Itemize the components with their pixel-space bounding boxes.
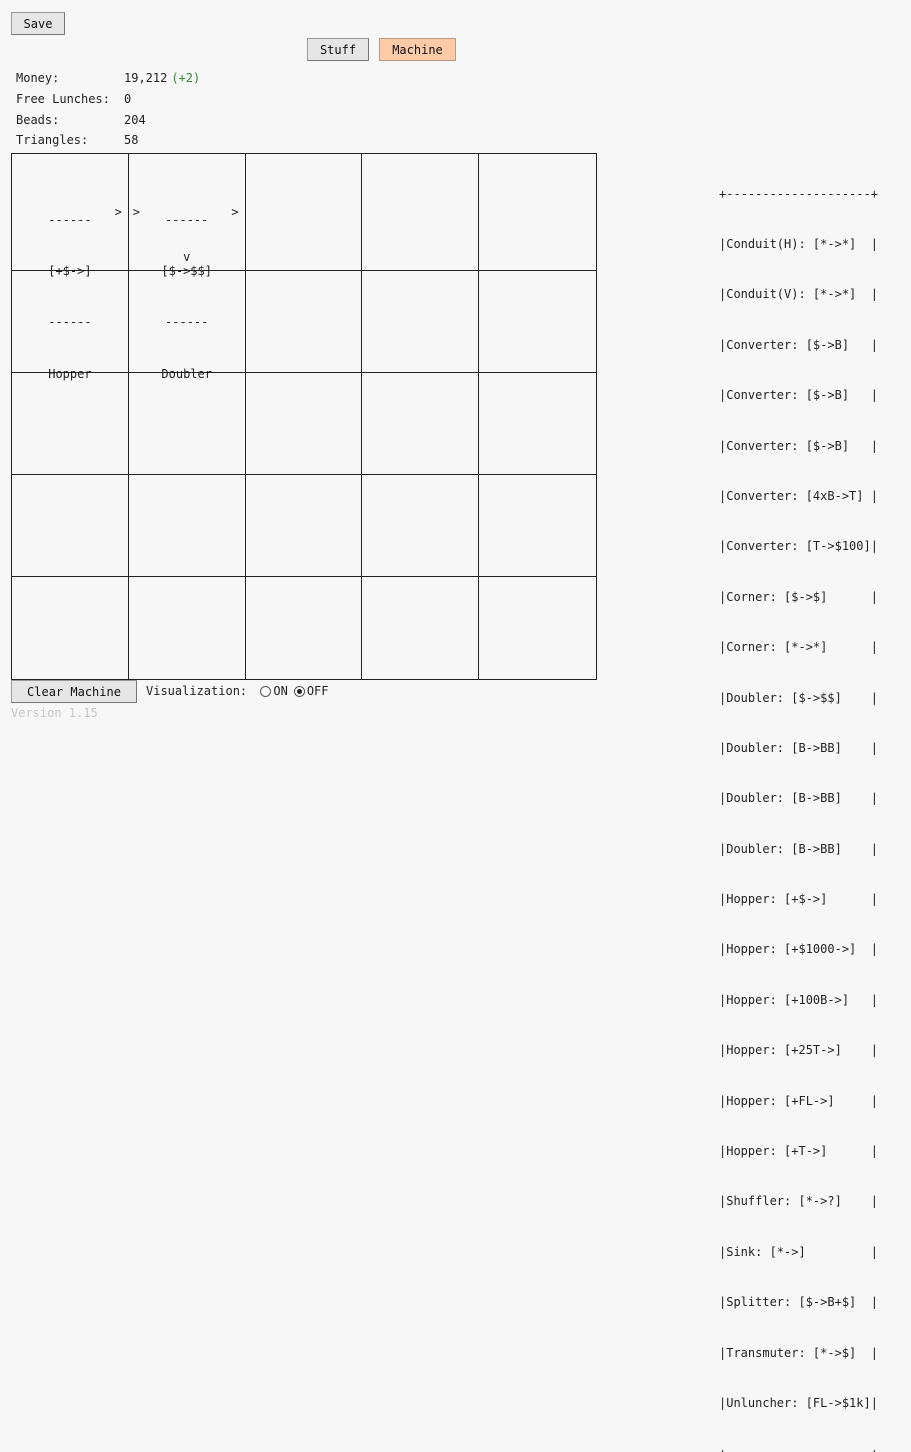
part-item[interactable]: |Splitter: [$->B+$] | (719, 1294, 878, 1311)
part-item[interactable]: |Hopper: [+25T->] | (719, 1042, 878, 1059)
part-item[interactable]: |Converter: [4xB->T] | (719, 488, 878, 505)
flow-arrow-right-icon: > (114, 205, 122, 219)
lunches-label: Free Lunches: (16, 92, 110, 107)
part-item[interactable]: |Hopper: [+$1000->] | (719, 941, 878, 958)
grid-cell[interactable] (362, 373, 480, 475)
part-item[interactable]: |Sink: [*->] | (719, 1244, 878, 1261)
money-label: Money: (16, 71, 60, 86)
money-delta: (+2) (171, 71, 201, 86)
lunches-value: 0 (124, 92, 132, 107)
part-item[interactable]: |Corner: [*->*] | (719, 639, 878, 656)
triangles-row: Triangles: 58 (16, 130, 200, 151)
grid-cell-hopper[interactable]: ------ [+$->] ------ Hopper > (12, 154, 129, 381)
part-item[interactable]: |Doubler: [B->BB] | (719, 740, 878, 757)
part-item[interactable]: |Unluncher: [FL->$1k]| (719, 1395, 878, 1412)
parts-list: +--------------------+ |Conduit(H): [*->… (719, 152, 878, 1452)
grid-cell[interactable] (479, 577, 596, 679)
machine-grid: ------ [+$->] ------ Hopper > > ------ [… (11, 153, 597, 680)
grid-cell[interactable] (479, 373, 596, 475)
part-item[interactable]: |Transmuter: [*->$] | (719, 1345, 878, 1362)
part-item[interactable]: |Hopper: [+$->] | (719, 891, 878, 908)
visualization-label: Visualization: (146, 684, 255, 698)
flow-arrow-right-icon: > (231, 205, 239, 219)
version-label: Version 1.15 (11, 706, 98, 720)
grid-cell[interactable] (12, 373, 129, 475)
grid-cell[interactable] (245, 475, 363, 577)
grid-cell-doubler[interactable]: > ------ [$->$$] ------ Doubler > v (128, 154, 246, 381)
triangles-label: Triangles: (16, 133, 89, 148)
parts-list-border-bottom: +--------------------+ (719, 1445, 878, 1452)
viz-on-label[interactable]: ON (273, 684, 287, 698)
grid-cell[interactable] (246, 577, 363, 679)
grid-cell[interactable] (129, 577, 246, 679)
lunches-row: Free Lunches: 0 (16, 89, 200, 110)
part-item[interactable]: |Doubler: [B->BB] | (719, 790, 878, 807)
beads-value: 204 (124, 112, 146, 127)
viz-off-label[interactable]: OFF (307, 684, 329, 698)
part-item[interactable]: |Converter: [T->$100]| (719, 538, 878, 555)
grid-cell[interactable] (128, 271, 246, 373)
grid-cell[interactable] (12, 271, 129, 373)
part-item[interactable]: |Hopper: [+100B->] | (719, 992, 878, 1009)
viz-off-radio[interactable] (293, 685, 305, 697)
viz-on-radio[interactable] (260, 685, 272, 697)
part-item[interactable]: |Hopper: [+T->] | (719, 1143, 878, 1160)
tile-border-top: ------ (165, 213, 209, 227)
money-value: 19,212 (124, 71, 168, 86)
grid-cell[interactable] (362, 154, 480, 271)
grid-cell[interactable] (362, 271, 480, 373)
tab-stuff[interactable]: Stuff (307, 38, 369, 61)
grid-cell[interactable] (128, 373, 246, 475)
grid-cell[interactable] (245, 271, 363, 373)
grid-cell[interactable] (245, 154, 363, 271)
flow-arrow-down-icon: v (183, 250, 191, 264)
part-item[interactable]: |Shuffler: [*->?] | (719, 1193, 878, 1210)
grid-cell[interactable] (479, 475, 596, 577)
grid-cell[interactable] (128, 475, 246, 577)
part-item[interactable]: |Doubler: [$->$$] | (719, 690, 878, 707)
part-item[interactable]: |Corner: [$->$] | (719, 589, 878, 606)
grid-cell[interactable] (12, 475, 129, 577)
beads-label: Beads: (16, 112, 60, 127)
grid-cell[interactable] (245, 373, 363, 475)
visualization-toggle: Visualization: ON OFF (146, 684, 329, 698)
part-item[interactable]: |Conduit(V): [*->*] | (719, 286, 878, 303)
part-item[interactable]: |Hopper: [+FL->] | (719, 1093, 878, 1110)
grid-cell[interactable] (12, 577, 129, 679)
grid-cell[interactable] (362, 475, 480, 577)
part-item[interactable]: |Converter: [$->B] | (719, 337, 878, 354)
tab-machine[interactable]: Machine (379, 38, 456, 61)
stats-panel: Money: 19,212 (+2) Free Lunches: 0 Beads… (16, 68, 200, 151)
part-item[interactable]: |Doubler: [B->BB] | (719, 841, 878, 858)
part-item[interactable]: |Converter: [$->B] | (719, 387, 878, 404)
money-row: Money: 19,212 (+2) (16, 68, 200, 89)
grid-cell[interactable] (479, 154, 596, 271)
part-item[interactable]: |Converter: [$->B] | (719, 438, 878, 455)
parts-list-border-top: +--------------------+ (719, 186, 878, 201)
grid-cell[interactable] (362, 577, 480, 679)
clear-machine-button[interactable]: Clear Machine (11, 680, 137, 703)
part-item[interactable]: |Conduit(H): [*->*] | (719, 236, 878, 253)
tile-border-top: ------ (48, 213, 92, 227)
grid-cell[interactable] (479, 271, 596, 373)
save-button[interactable]: Save (11, 12, 65, 35)
beads-row: Beads: 204 (16, 109, 200, 130)
triangles-value: 58 (124, 133, 139, 148)
